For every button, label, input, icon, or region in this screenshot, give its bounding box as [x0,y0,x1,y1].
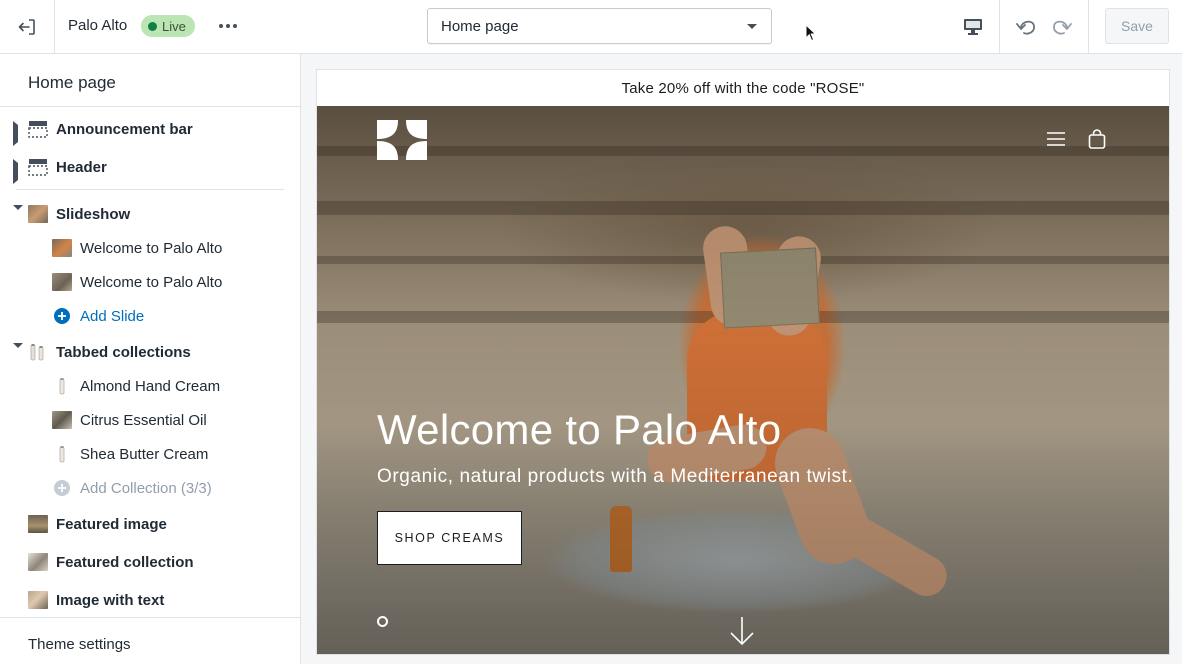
add-circle-icon [54,308,70,324]
add-circle-icon [54,480,70,496]
more-actions-button[interactable] [214,14,242,38]
section-header[interactable]: Header [0,152,300,184]
section-tabbed-collections[interactable]: Tabbed collections [0,337,300,367]
shopping-bag-icon[interactable] [1088,129,1106,149]
redo-icon [1053,20,1072,35]
hamburger-menu-icon[interactable] [1047,132,1065,146]
caret-down-icon [747,24,757,29]
section-announcement-bar[interactable]: Announcement bar [0,114,300,146]
slide-thumbnail [52,273,72,291]
shea-cream-thumbnail [59,446,65,463]
section-label: Featured collection [56,554,194,571]
citrus-oil-thumbnail [52,411,72,429]
shop-creams-button[interactable]: SHOP CREAMS [377,511,522,565]
live-status-badge: Live [141,15,195,37]
hero-subtitle: Organic, natural products with a Mediter… [377,466,854,487]
collection-label: Citrus Essential Oil [80,412,207,429]
arrow-down-icon[interactable] [729,616,755,646]
add-slide-button[interactable]: Add Slide [0,301,300,331]
section-label: Slideshow [56,206,131,223]
desktop-icon [964,18,982,35]
slide-indicator-dot[interactable] [377,616,388,627]
topbar-divider [1088,0,1089,53]
almond-cream-thumbnail [59,378,65,395]
undo-icon [1016,20,1035,35]
sidebar-divider [0,106,300,107]
section-slideshow[interactable]: Slideshow [0,199,300,229]
ellipsis-icon [219,24,237,28]
section-label: Image with text [56,592,165,609]
disclosure-expanded-icon[interactable] [13,205,23,228]
section-image-with-text[interactable]: Image with text [0,585,300,615]
undo-button[interactable] [1010,10,1042,42]
slide-label: Welcome to Palo Alto [80,274,223,291]
slideshow-thumbnail [28,205,48,223]
theme-settings-label: Theme settings [28,636,131,653]
page-selector-dropdown[interactable]: Home page [427,8,772,44]
editor-topbar: Palo Alto Live Home page Save [0,0,1182,54]
add-slide-label: Add Slide [80,308,145,325]
section-featured-collection[interactable]: Featured collection [0,547,300,577]
slideshow-hero[interactable]: Welcome to Palo Alto Organic, natural pr… [317,106,1169,654]
add-collection-label: Add Collection (3/3) [80,480,212,497]
device-preview-button[interactable] [947,0,1000,53]
collection-item[interactable]: Almond Hand Cream [0,371,300,401]
tabbed-collections-thumbnail [30,344,44,361]
status-dot-icon [148,21,157,31]
mouse-pointer-icon [805,24,817,42]
section-label: Tabbed collections [56,344,191,361]
slide-label: Welcome to Palo Alto [80,240,223,257]
featured-image-thumbnail [28,515,48,533]
collection-label: Almond Hand Cream [80,378,221,395]
add-collection-button[interactable]: Add Collection (3/3) [0,473,300,503]
section-header-icon [28,159,48,176]
exit-icon [18,18,35,35]
section-label: Featured image [56,516,167,533]
image-with-text-thumbnail [28,591,48,609]
announcement-bar[interactable]: Take 20% off with the code "ROSE" [317,70,1169,106]
slide-item[interactable]: Welcome to Palo Alto [0,267,300,297]
redo-button[interactable] [1046,10,1078,42]
page-selector-value: Home page [441,18,519,35]
storefront-preview: Take 20% off with the code "ROSE" Welcom… [316,69,1170,655]
theme-name: Palo Alto [68,17,128,34]
collection-item[interactable]: Citrus Essential Oil [0,405,300,435]
section-label: Announcement bar [56,121,193,138]
slide-thumbnail [52,239,72,257]
featured-collection-thumbnail [28,553,48,571]
section-featured-image[interactable]: Featured image [0,509,300,539]
disclosure-collapsed-icon[interactable] [13,121,18,146]
save-button[interactable]: Save [1105,8,1169,44]
collection-item[interactable]: Shea Butter Cream [0,439,300,469]
sections-divider [16,189,284,190]
section-label: Header [56,159,107,176]
sections-sidebar: Home page Announcement bar Header Slides… [0,54,301,664]
live-status-label: Live [162,18,186,34]
section-top-icon [28,121,48,138]
sidebar-title: Home page [28,73,116,92]
hero-title: Welcome to Palo Alto [377,406,782,453]
disclosure-expanded-icon[interactable] [13,343,23,366]
exit-editor-button[interactable] [0,0,55,53]
collection-label: Shea Butter Cream [80,446,209,463]
slide-item[interactable]: Welcome to Palo Alto [0,233,300,263]
disclosure-collapsed-icon[interactable] [13,159,18,184]
theme-settings-button[interactable]: Theme settings [0,617,300,664]
store-logo-icon[interactable] [377,120,427,160]
